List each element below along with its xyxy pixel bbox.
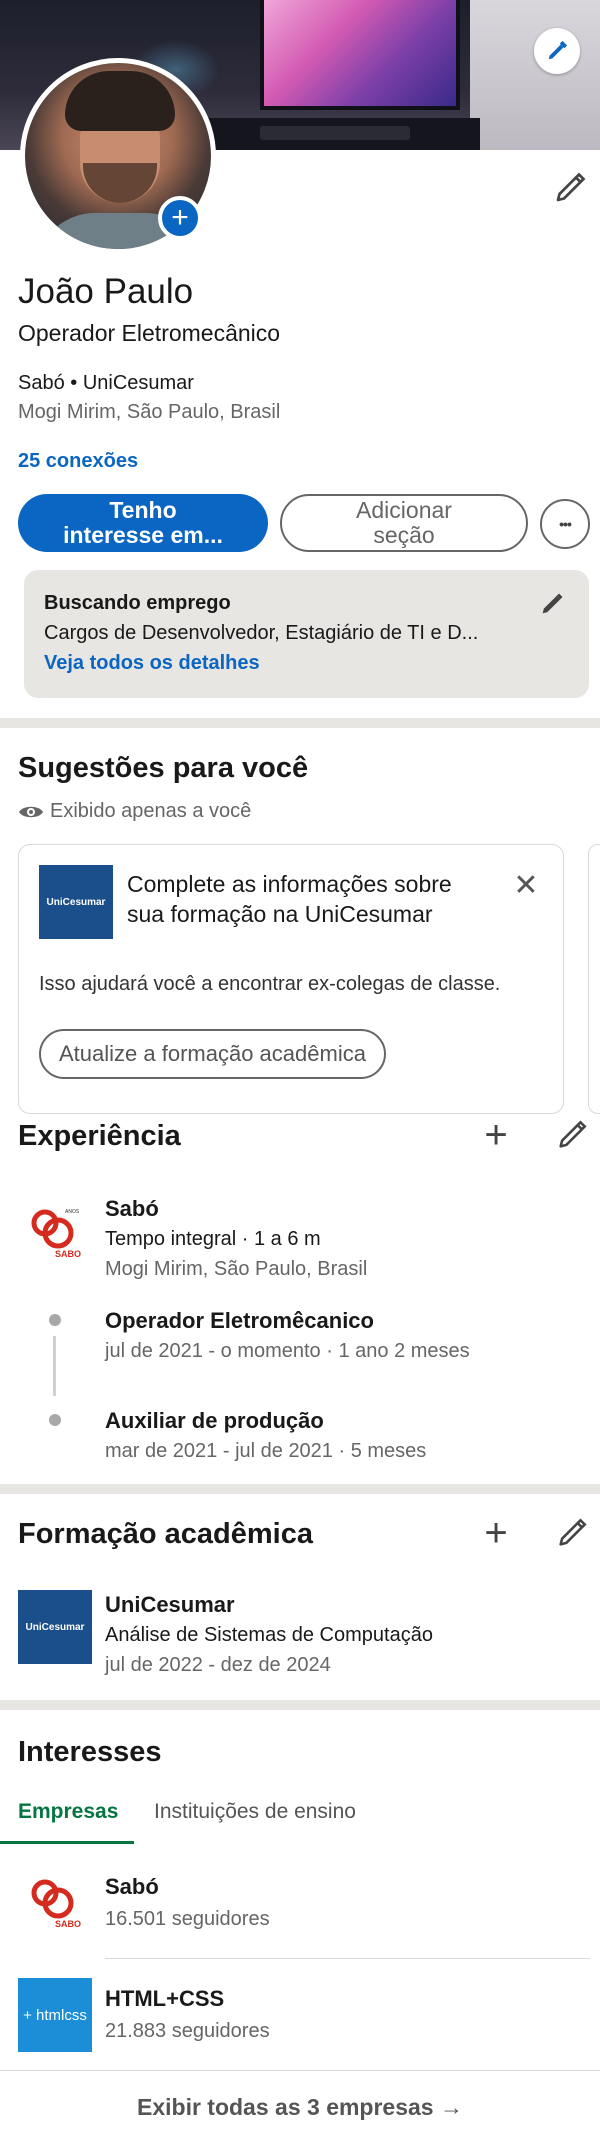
tab-companies[interactable]: Empresas: [18, 1800, 118, 1824]
edit-profile-button[interactable]: [552, 170, 588, 206]
avatar-beard: [83, 163, 157, 203]
sabo-logo: SABO: [18, 1864, 92, 1938]
plus-icon: +: [171, 201, 189, 234]
plus-icon: +: [484, 1113, 508, 1157]
visibility-note: Exibido apenas a você: [18, 800, 251, 823]
education-school[interactable]: UniCesumar: [105, 1592, 235, 1618]
unicesumar-logo-text: UniCesumar: [25, 1621, 85, 1633]
tab-active-indicator: [0, 1841, 134, 1844]
job-seeking-card[interactable]: Buscando emprego Cargos de Desenvolvedor…: [24, 570, 589, 698]
profile-headline: Operador Eletromecânico: [18, 320, 281, 346]
cover-keyboard: [260, 126, 410, 140]
timeline-line: [53, 1336, 56, 1396]
section-divider: [0, 1700, 600, 1710]
experience-company-name[interactable]: Sabó: [105, 1196, 159, 1222]
edit-education-button[interactable]: [552, 1513, 592, 1553]
add-section-label: Adicionar seção: [356, 497, 452, 548]
cover-monitor: [260, 0, 460, 110]
interest-name[interactable]: Sabó: [105, 1874, 159, 1900]
education-period: jul de 2022 - dez de 2024: [105, 1654, 331, 1676]
eye-icon: [19, 806, 43, 817]
pencil-icon: [556, 172, 586, 202]
role-period: mar de 2021 - jul de 2021 · 5 meses: [105, 1440, 427, 1462]
more-icon: •••: [559, 515, 572, 532]
edit-experience-button[interactable]: [552, 1115, 592, 1155]
add-photo-button[interactable]: +: [158, 196, 202, 240]
sabo-logo-text: SABO: [55, 1919, 81, 1929]
suggestion-card[interactable]: UniCesumar Complete as informações sobre…: [18, 844, 564, 1114]
pencil-icon: [542, 593, 563, 614]
unicesumar-logo: UniCesumar: [18, 1590, 92, 1664]
profile-location: Mogi Mirim, São Paulo, Brasil: [18, 401, 281, 423]
visibility-text: Exibido apenas a você: [50, 800, 252, 822]
add-section-button[interactable]: Adicionar seção: [280, 494, 528, 552]
next-suggestion-card[interactable]: [588, 844, 600, 1114]
update-education-button[interactable]: Atualize a formação acadêmica: [39, 1029, 386, 1079]
interest-name[interactable]: HTML+CSS: [105, 1986, 224, 2012]
plus-icon: +: [484, 1511, 508, 1555]
unicesumar-logo-text: UniCesumar: [46, 896, 106, 908]
more-button[interactable]: •••: [540, 499, 590, 549]
timeline-dot: [49, 1414, 61, 1426]
role-title[interactable]: Auxiliar de produção: [105, 1408, 324, 1434]
experience-title: Experiência: [18, 1120, 181, 1152]
sabo-logo: SABO ANOS: [18, 1194, 92, 1268]
interest-followers: 21.883 seguidores: [105, 2020, 270, 2042]
unicesumar-logo: UniCesumar: [39, 865, 113, 939]
close-icon[interactable]: ✕: [511, 871, 541, 901]
suggestions-title: Sugestões para você: [18, 752, 309, 784]
htmlcss-logo-text: + htmlcss: [23, 2006, 87, 2024]
profile-name: João Paulo: [18, 272, 194, 311]
sabo-logo-mark: SABO: [31, 1879, 81, 1929]
list-divider: [0, 2070, 600, 2071]
edit-job-seeking-button[interactable]: [538, 590, 570, 622]
pencil-icon: [548, 40, 568, 60]
cover-wall: [470, 0, 600, 150]
suggestion-text: Complete as informações sobre sua formaç…: [127, 871, 452, 927]
role-period: jul de 2021 - o momento · 1 ano 2 meses: [105, 1340, 470, 1362]
education-course: Análise de Sistemas de Computação: [105, 1624, 433, 1646]
job-seeking-details-link[interactable]: Veja todos os detalhes: [44, 652, 260, 675]
profile-company-line[interactable]: Sabó • UniCesumar: [18, 372, 194, 395]
add-education-button[interactable]: +: [476, 1513, 516, 1553]
education-title: Formação acadêmica: [18, 1518, 313, 1550]
suggestion-description: Isso ajudará você a encontrar ex-colegas…: [39, 973, 501, 995]
section-divider: [0, 718, 600, 728]
timeline-dot: [49, 1314, 61, 1326]
role-title[interactable]: Operador Eletromêcanico: [105, 1308, 374, 1334]
interest-followers: 16.501 seguidores: [105, 1908, 270, 1930]
interests-title: Interesses: [18, 1736, 162, 1768]
edit-cover-button[interactable]: [534, 28, 580, 74]
show-all-companies-link[interactable]: Exibir todas as 3 empresas →: [0, 2094, 600, 2121]
open-to-label: Tenho interesse em...: [63, 497, 223, 548]
job-seeking-title: Buscando emprego: [44, 592, 231, 614]
sabo-logo-badge: ANOS: [65, 1209, 80, 1215]
tab-schools[interactable]: Instituições de ensino: [154, 1800, 356, 1824]
open-to-button[interactable]: Tenho interesse em...: [18, 494, 268, 552]
sabo-logo-text: SABO: [55, 1249, 81, 1259]
section-divider: [0, 1484, 600, 1494]
connections-link[interactable]: 25 conexões: [18, 450, 138, 473]
add-experience-button[interactable]: +: [476, 1115, 516, 1155]
pencil-icon: [559, 1120, 587, 1148]
sabo-logo-mark: SABO ANOS: [31, 1209, 81, 1259]
job-seeking-description: Cargos de Desenvolvedor, Estagiário de T…: [44, 622, 479, 644]
list-divider: [105, 1958, 590, 1959]
experience-type: Tempo integral · 1 a 6 m: [105, 1228, 321, 1250]
pencil-icon: [559, 1518, 587, 1546]
avatar-hair: [65, 71, 175, 131]
experience-location: Mogi Mirim, São Paulo, Brasil: [105, 1258, 368, 1280]
htmlcss-logo: + htmlcss: [18, 1978, 92, 2052]
